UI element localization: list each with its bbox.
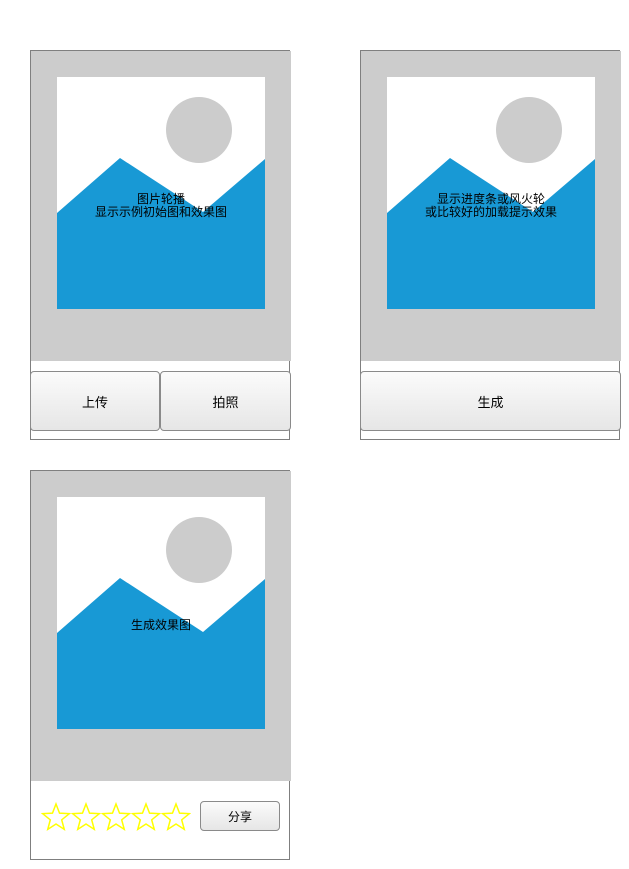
generate-button[interactable]: 生成 [360, 371, 621, 431]
carousel-caption: 图片轮播 显示示例初始图和效果图 [57, 193, 265, 219]
star-icon[interactable] [41, 801, 71, 833]
loading-area: 显示进度条或风火轮 或比较好的加载提示效果 [361, 51, 621, 361]
star-icon[interactable] [131, 801, 161, 833]
loading-caption-line2: 或比较好的加载提示效果 [424, 205, 557, 219]
star-icon[interactable] [71, 801, 101, 833]
take-photo-button[interactable]: 拍照 [160, 371, 291, 431]
loading-caption: 显示进度条或风火轮 或比较好的加载提示效果 [387, 193, 595, 219]
star-rating[interactable] [41, 801, 191, 833]
generate-card: 显示进度条或风火轮 或比较好的加载提示效果 生成 [360, 50, 621, 440]
image-carousel[interactable]: 图片轮播 显示示例初始图和效果图 [31, 51, 291, 361]
carousel-caption-line2: 显示示例初始图和效果图 [94, 205, 227, 219]
star-icon[interactable] [101, 801, 131, 833]
upload-card: 图片轮播 显示示例初始图和效果图 上传 拍照 [30, 50, 291, 440]
result-card: 生成效果图 分享 [30, 470, 291, 860]
result-caption: 生成效果图 [130, 618, 191, 632]
image-placeholder-icon [57, 497, 265, 729]
result-image: 生成效果图 [31, 471, 291, 781]
star-icon[interactable] [161, 801, 191, 833]
share-button[interactable]: 分享 [200, 801, 280, 831]
upload-button[interactable]: 上传 [30, 371, 160, 431]
rating-bar: 分享 [31, 781, 289, 859]
